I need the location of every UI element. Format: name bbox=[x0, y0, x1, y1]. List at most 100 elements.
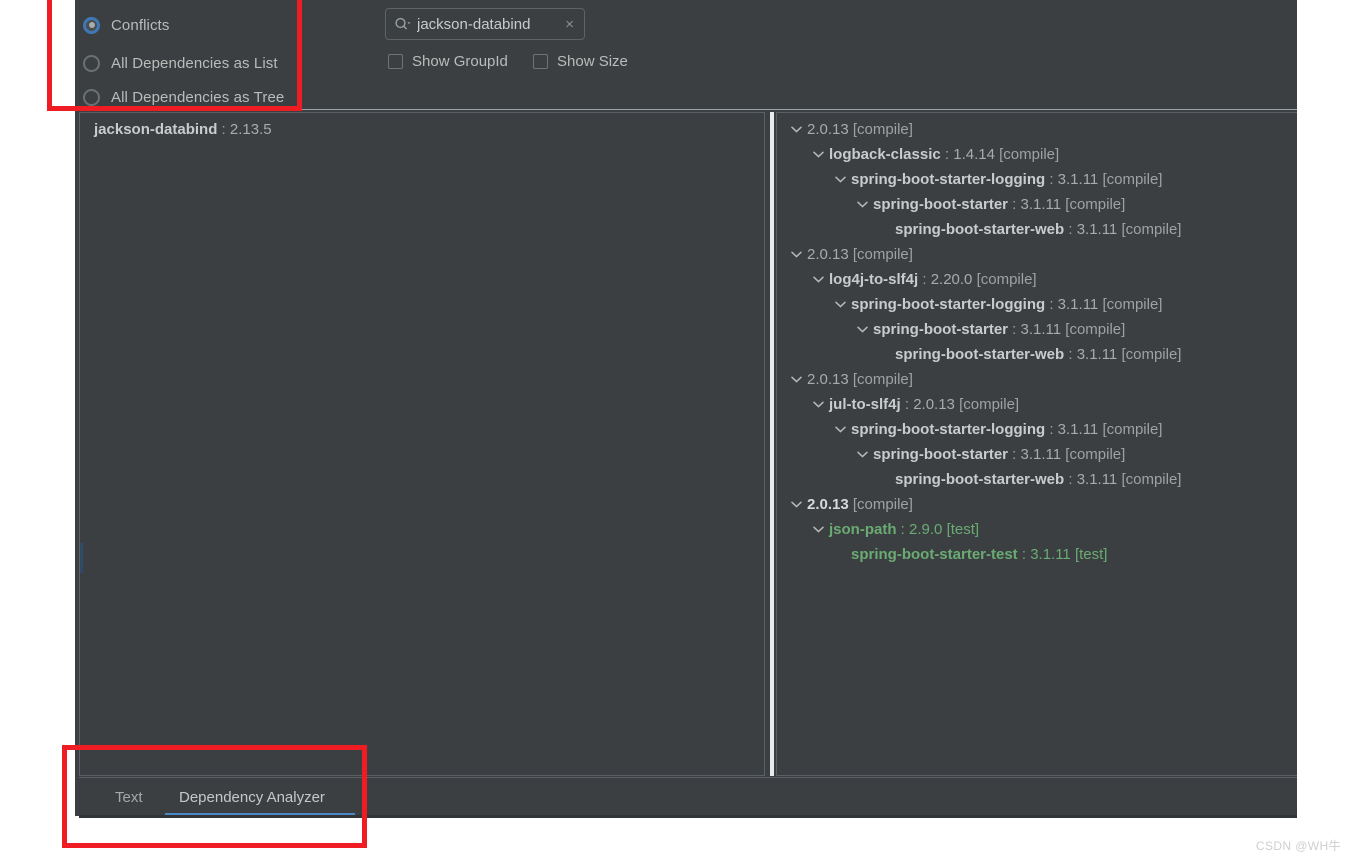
tree-node[interactable]: spring-boot-starter-web : 3.1.11 [compil… bbox=[777, 467, 1297, 492]
tree-node-artifact: spring-boot-starter-web bbox=[895, 471, 1065, 488]
radio-indicator-all-dependencies-as-list[interactable] bbox=[83, 54, 100, 72]
tab-dependency-analyzer-label: Dependency Analyzer bbox=[179, 788, 325, 806]
tree-node[interactable]: log4j-to-slf4j : 2.20.0 [compile] bbox=[777, 267, 1297, 292]
tree-node-separator: : bbox=[1012, 196, 1017, 213]
tree-node[interactable]: 2.0.13 [compile] bbox=[777, 242, 1297, 267]
tree-node[interactable]: json-path : 2.9.0 [test] bbox=[777, 517, 1297, 542]
tree-node[interactable]: spring-boot-starter-web : 3.1.11 [compil… bbox=[777, 342, 1297, 367]
checkbox-indicator-show-groupid[interactable] bbox=[388, 54, 403, 69]
dependency-list-pane[interactable]: jackson-databind : 2.13.5 bbox=[79, 112, 765, 776]
pane-splitter[interactable] bbox=[767, 112, 776, 776]
close-icon[interactable]: × bbox=[565, 17, 576, 32]
tree-node-artifact: spring-boot-starter-logging bbox=[851, 171, 1046, 188]
chevron-down-icon[interactable] bbox=[785, 126, 807, 133]
tree-node-artifact: log4j-to-slf4j bbox=[829, 271, 919, 288]
tree-node-version: 3.1.11 bbox=[1057, 296, 1099, 313]
checkbox-indicator-show-size[interactable] bbox=[533, 54, 548, 69]
tree-node-artifact: jul-to-slf4j bbox=[829, 396, 901, 413]
chevron-down-icon[interactable] bbox=[785, 376, 807, 383]
tree-node-scope: [test] bbox=[1074, 546, 1108, 563]
checkbox-show-groupid[interactable]: Show GroupId bbox=[388, 53, 508, 70]
search-input[interactable]: jackson-databind bbox=[417, 16, 559, 33]
tree-node-separator: : bbox=[1068, 346, 1073, 363]
chevron-down-icon[interactable] bbox=[829, 301, 851, 308]
tab-dependency-analyzer[interactable]: Dependency Analyzer bbox=[165, 778, 339, 816]
radio-indicator-all-dependencies-as-tree[interactable] bbox=[83, 88, 100, 106]
tree-node-scope: [compile] bbox=[976, 271, 1037, 288]
tree-node-artifact: spring-boot-starter bbox=[873, 446, 1008, 463]
chevron-down-icon[interactable] bbox=[851, 201, 873, 208]
tree-node[interactable]: 2.0.13 [compile] bbox=[777, 117, 1297, 142]
chevron-down-icon[interactable] bbox=[785, 501, 807, 508]
tree-node-scope: [compile] bbox=[1102, 296, 1163, 313]
search-icon[interactable] bbox=[394, 17, 411, 31]
chevron-down-icon[interactable] bbox=[851, 326, 873, 333]
radio-option-all-dependencies-as-tree[interactable]: All Dependencies as Tree bbox=[83, 84, 284, 110]
tree-node-label: 2.0.13 [compile] bbox=[807, 121, 913, 138]
tree-node[interactable]: spring-boot-starter-test : 3.1.11 [test] bbox=[777, 542, 1297, 567]
tree-node[interactable]: spring-boot-starter-logging : 3.1.11 [co… bbox=[777, 167, 1297, 192]
list-item-version: 2.13.5 bbox=[229, 121, 272, 138]
tree-node[interactable]: spring-boot-starter-logging : 3.1.11 [co… bbox=[777, 417, 1297, 442]
tree-node-separator: : bbox=[904, 396, 910, 413]
tree-node-label: spring-boot-starter-web : 3.1.11 [compil… bbox=[895, 346, 1181, 363]
tree-node-scope: [compile] bbox=[1065, 446, 1126, 463]
tree-node-label: spring-boot-starter-logging : 3.1.11 [co… bbox=[851, 296, 1162, 313]
checkbox-label-show-groupid: Show GroupId bbox=[412, 53, 508, 70]
toolbar-divider bbox=[75, 109, 1297, 110]
tree-node[interactable]: spring-boot-starter-logging : 3.1.11 [co… bbox=[777, 292, 1297, 317]
pane-splitter-handle[interactable] bbox=[770, 112, 774, 776]
tree-node[interactable]: spring-boot-starter : 3.1.11 [compile] bbox=[777, 442, 1297, 467]
tab-text-label: Text bbox=[115, 788, 143, 806]
tree-node[interactable]: spring-boot-starter : 3.1.11 [compile] bbox=[777, 192, 1297, 217]
tree-node-artifact: spring-boot-starter-web bbox=[895, 221, 1065, 238]
chevron-down-icon[interactable] bbox=[829, 426, 851, 433]
radio-option-all-dependencies-as-list[interactable]: All Dependencies as List bbox=[83, 50, 278, 76]
chevron-down-icon[interactable] bbox=[851, 451, 873, 458]
tree-node-version: 3.1.11 bbox=[1030, 546, 1071, 563]
tree-node-label: jul-to-slf4j : 2.0.13 [compile] bbox=[829, 396, 1019, 413]
tree-node-artifact: spring-boot-starter-logging bbox=[851, 296, 1046, 313]
search-field[interactable]: jackson-databind × bbox=[385, 8, 585, 40]
tree-node-label: spring-boot-starter : 3.1.11 [compile] bbox=[873, 446, 1125, 463]
tree-node-separator: : bbox=[1049, 296, 1054, 313]
tree-node-label: spring-boot-starter-logging : 3.1.11 [co… bbox=[851, 171, 1162, 188]
tree-node-version: 3.1.11 bbox=[1076, 221, 1118, 238]
dependency-analyzer-panel: Conflicts All Dependencies as List All D… bbox=[75, 0, 1297, 818]
checkbox-show-size[interactable]: Show Size bbox=[533, 53, 628, 70]
radio-indicator-conflicts[interactable] bbox=[83, 16, 100, 34]
selection-accent-bar bbox=[80, 543, 83, 573]
tree-node-scope: [compile] bbox=[1065, 196, 1126, 213]
tree-node-label: logback-classic : 1.4.14 [compile] bbox=[829, 146, 1059, 163]
tree-node-version: 3.1.11 bbox=[1076, 346, 1118, 363]
tree-node-label: log4j-to-slf4j : 2.20.0 [compile] bbox=[829, 271, 1037, 288]
chevron-down-icon[interactable] bbox=[807, 151, 829, 158]
tree-node-version: 3.1.11 bbox=[1020, 196, 1062, 213]
list-item[interactable]: jackson-databind : 2.13.5 bbox=[94, 121, 272, 138]
tree-node[interactable]: spring-boot-starter-web : 3.1.11 [compil… bbox=[777, 217, 1297, 242]
tree-node-label: spring-boot-starter : 3.1.11 [compile] bbox=[873, 196, 1125, 213]
tree-node-artifact: spring-boot-starter bbox=[873, 321, 1008, 338]
dependency-tree-pane[interactable]: 2.0.13 [compile] logback-classic : 1.4.14… bbox=[776, 112, 1297, 776]
chevron-down-icon[interactable] bbox=[807, 526, 829, 533]
tree-node[interactable]: 2.0.13 [compile] bbox=[777, 492, 1297, 517]
list-item-name: jackson-databind bbox=[94, 121, 218, 138]
chevron-down-icon[interactable] bbox=[807, 401, 829, 408]
tree-node-label: json-path : 2.9.0 [test] bbox=[829, 521, 979, 538]
tree-node-version: 1.4.14 bbox=[953, 146, 995, 163]
tree-node-artifact: json-path bbox=[829, 521, 897, 538]
tree-node[interactable]: 2.0.13 [compile] bbox=[777, 367, 1297, 392]
tree-node[interactable]: logback-classic : 1.4.14 [compile] bbox=[777, 142, 1297, 167]
tree-node-separator: : bbox=[900, 521, 905, 538]
chevron-down-icon[interactable] bbox=[829, 176, 851, 183]
list-item-separator: : bbox=[221, 121, 226, 138]
tab-text[interactable]: Text bbox=[101, 778, 157, 816]
chevron-down-icon[interactable] bbox=[785, 251, 807, 258]
tree-node-label: 2.0.13 [compile] bbox=[807, 496, 913, 513]
chevron-down-icon[interactable] bbox=[807, 276, 829, 283]
tree-node-label: spring-boot-starter-web : 3.1.11 [compil… bbox=[895, 221, 1181, 238]
tree-node[interactable]: spring-boot-starter : 3.1.11 [compile] bbox=[777, 317, 1297, 342]
radio-option-conflicts[interactable]: Conflicts bbox=[83, 12, 169, 38]
screenshot-root: Conflicts All Dependencies as List All D… bbox=[0, 0, 1349, 860]
tree-node[interactable]: jul-to-slf4j : 2.0.13 [compile] bbox=[777, 392, 1297, 417]
